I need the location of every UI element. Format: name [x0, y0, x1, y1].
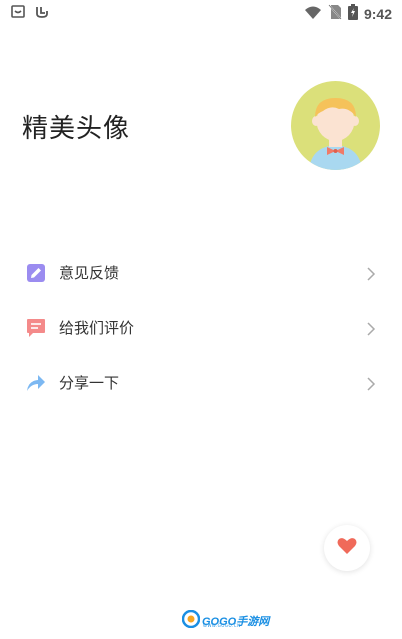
status-right: 9:42	[304, 4, 392, 24]
comment-icon	[26, 318, 46, 338]
edit-icon	[26, 263, 46, 283]
favorite-button[interactable]	[324, 525, 370, 571]
menu-item-label: 意见反馈	[59, 264, 120, 282]
menu-item-rate[interactable]: 给我们评价	[0, 300, 402, 355]
menu-item-label: 给我们评价	[59, 319, 135, 337]
no-sim-icon	[328, 4, 342, 24]
menu-item-share[interactable]: 分享一下	[0, 355, 402, 410]
wifi-icon	[304, 5, 322, 24]
watermark-sub: WWW.GOGO.CN	[203, 623, 241, 628]
status-bar: 9:42	[0, 0, 402, 26]
bug-icon	[34, 4, 50, 24]
chevron-right-icon	[366, 376, 376, 391]
watermark: GOGO手游网 WWW.GOGO.CN	[181, 609, 269, 632]
menu-item-feedback[interactable]: 意见反馈	[0, 245, 402, 300]
status-left	[10, 4, 50, 24]
cartoon-boy-avatar-icon	[309, 98, 362, 170]
menu-item-label: 分享一下	[59, 374, 120, 392]
battery-charging-icon	[347, 4, 358, 24]
avatar[interactable]	[291, 81, 380, 170]
menu-list: 意见反馈 给我们评价 分享一下	[0, 245, 402, 410]
chevron-right-icon	[366, 266, 376, 281]
page-title: 精美头像	[22, 114, 131, 144]
chevron-right-icon	[366, 321, 376, 336]
notification-icon	[10, 4, 26, 24]
heart-icon	[337, 537, 357, 559]
gogo-logo-icon	[181, 609, 201, 632]
status-time: 9:42	[363, 6, 392, 22]
share-icon	[26, 373, 46, 393]
